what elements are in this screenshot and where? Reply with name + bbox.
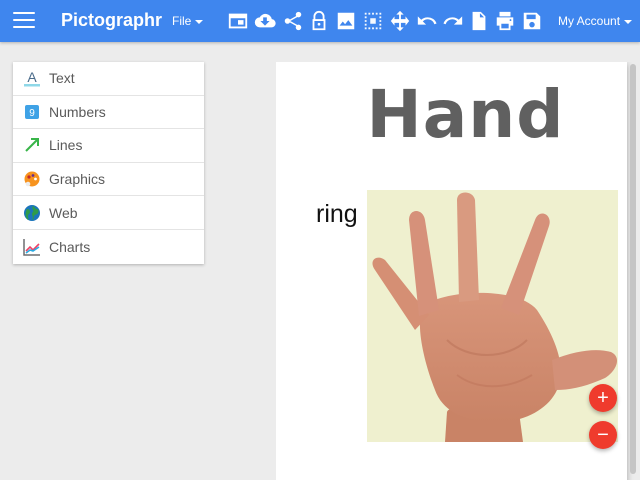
file-menu-label: File [172,14,192,28]
move-icon[interactable] [388,9,412,33]
redo-icon[interactable] [441,9,465,33]
account-menu[interactable]: My Account [558,14,633,28]
zoom-out-button[interactable]: − [589,421,617,449]
account-menu-label: My Account [558,14,621,28]
globe-icon [22,203,42,223]
canvas-area[interactable]: Hand ring [276,62,640,480]
chart-icon [22,237,42,257]
app-brand[interactable]: Pictographr [61,10,162,31]
file-menu[interactable]: File [172,14,204,28]
numbers-icon: 9 [22,102,42,122]
chevron-down-icon [624,19,633,24]
sidebar-item-graphics[interactable]: Graphics [13,163,204,197]
word-label[interactable]: ring [316,200,358,229]
svg-text:9: 9 [29,108,35,119]
top-app-bar: Pictographr File My Account [0,0,640,42]
menu-icon[interactable] [13,12,35,30]
undo-icon[interactable] [415,9,439,33]
sidebar-item-web[interactable]: Web [13,196,204,230]
cloud-download-icon[interactable] [253,9,277,33]
sidebar-item-label: Text [49,70,75,87]
vertical-scrollbar[interactable] [628,62,636,480]
sidebar-item-label: Web [49,204,78,221]
print-icon[interactable] [493,9,517,33]
sidebar: A Text 9 Numbers Lines Graphics Web Char… [13,62,204,264]
sidebar-item-lines[interactable]: Lines [13,129,204,163]
text-icon: A [22,68,42,88]
sidebar-item-label: Charts [49,238,91,255]
save-icon[interactable] [520,9,544,33]
image-icon[interactable] [334,9,358,33]
sidebar-item-label: Numbers [49,103,106,120]
canvas-page[interactable]: Hand ring [276,62,627,480]
lock-icon[interactable] [307,9,331,33]
document-icon[interactable] [467,9,491,33]
hand-photo[interactable] [367,190,618,442]
sidebar-item-label: Graphics [49,171,106,188]
graphics-icon [22,169,42,189]
scrollbar-thumb[interactable] [630,64,636,474]
lines-icon [22,135,42,155]
page-title[interactable]: Hand [276,76,627,153]
share-icon[interactable] [281,9,305,33]
sidebar-item-charts[interactable]: Charts [13,230,204,264]
chevron-down-icon [195,19,204,24]
zoom-in-button[interactable]: + [589,384,617,412]
window-icon[interactable] [226,9,250,33]
sidebar-item-label: Lines [49,137,83,154]
select-grid-icon[interactable] [361,9,385,33]
sidebar-item-text[interactable]: A Text [13,62,204,96]
sidebar-item-numbers[interactable]: 9 Numbers [13,96,204,130]
svg-text:A: A [27,69,37,85]
